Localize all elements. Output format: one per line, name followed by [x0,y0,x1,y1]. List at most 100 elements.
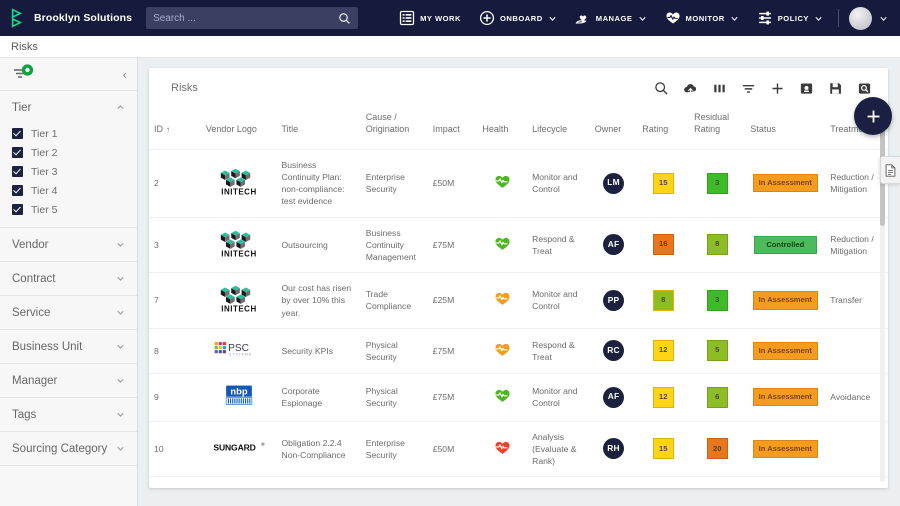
checkbox[interactable] [12,204,23,215]
checkbox[interactable] [12,128,23,139]
sidebar-section-header[interactable]: Business Unit [12,330,125,363]
cell-title[interactable]: Business Continuity Plan: non-compliance… [276,148,361,218]
cell-title[interactable]: Outsourcing [276,216,361,273]
sidebar-section-header[interactable]: Manager [12,364,125,397]
sidebar-option-tier-4[interactable]: Tier 4 [12,181,125,200]
sidebar-section-header[interactable]: Sourcing Category [12,432,125,465]
cell-owner[interactable]: AF [589,476,638,488]
sidebar-option-tier-5[interactable]: Tier 5 [12,200,125,219]
table-row[interactable]: 3 INITECH Outsourcing Business Continuit… [149,216,888,273]
nav-item-onboard[interactable]: ONBOARD [470,0,566,36]
checkbox[interactable] [12,166,23,177]
col-residual-rating[interactable]: Residual Rating [689,108,745,149]
document-icon [885,163,896,177]
sidebar-section-header[interactable]: Tier [12,91,125,124]
cell-title[interactable]: Security KPIs [276,327,361,374]
chevron-up-icon[interactable] [116,99,125,117]
sidebar-section-tier: Tier Tier 1 Tier 2 Tier 3 Tier 4 Tier 5 [0,91,137,228]
sort-asc-icon[interactable]: ↑ [166,125,170,136]
table-row[interactable]: 7 INITECH Our cost has risen by over 10%… [149,272,888,329]
sidebar-option-tier-1[interactable]: Tier 1 [12,124,125,143]
col-status[interactable]: Status [745,108,825,149]
plus-icon[interactable] [770,81,785,96]
export-icon[interactable] [799,81,814,96]
search-icon[interactable] [654,81,669,96]
table-row[interactable]: 2 INITECH Business Continuity Plan: non-… [149,148,888,218]
user-avatar[interactable] [849,6,872,30]
col-rating[interactable]: Rating [637,108,689,149]
col-cause[interactable]: Cause / Origination [361,108,428,149]
user-menu-chevron-down-icon[interactable] [879,14,888,23]
sidebar-collapse-chevron-left-icon[interactable]: ‹ [123,68,127,81]
columns-icon[interactable] [712,81,727,96]
save-icon[interactable] [828,81,843,96]
sidebar-option-tier-2[interactable]: Tier 2 [12,143,125,162]
filter-icon[interactable] [741,81,756,96]
search-input[interactable] [153,12,339,24]
residual-rating-badge: 6 [706,386,728,408]
col-vendor-logo[interactable]: Vendor Logo [201,108,277,149]
chevron-down-icon[interactable] [730,14,739,23]
sidebar-section-header[interactable]: Vendor [12,228,125,261]
chevron-down-icon[interactable] [116,406,125,424]
sidebar-section-header[interactable]: Contract [12,262,125,295]
cell-status: In Assessment [745,272,826,329]
sidebar-section-manager: Manager [0,364,137,398]
sidebar-option-label: Tier 5 [31,203,58,216]
table-row[interactable]: 8 PSC SYSTEMS Security KPIs Physical Sec… [149,327,888,374]
col-title[interactable]: Title [276,108,360,149]
chevron-down-icon[interactable] [638,14,647,23]
sidebar-section-header[interactable]: Tags [12,398,125,431]
owner-avatar: RH [603,438,625,460]
chevron-down-icon[interactable] [116,338,125,356]
chevron-down-icon[interactable] [116,440,125,458]
cell-owner[interactable]: LM [589,148,638,218]
chevron-down-icon[interactable] [548,14,557,23]
risks-table-scroll[interactable]: ID ↑ Vendor Logo Title Cause / Originatio… [149,108,888,488]
sidebar-option-tier-3[interactable]: Tier 3 [12,162,125,181]
cell-title[interactable]: Our cost has risen by over 10% this year… [276,272,361,329]
documents-side-tab[interactable] [880,156,900,184]
cell-owner[interactable]: RH [589,420,638,477]
nav-item-manage[interactable]: MANAGE [566,0,656,36]
cell-owner[interactable]: AF [589,216,638,273]
chevron-down-icon[interactable] [814,14,823,23]
col-impact[interactable]: Impact [428,108,478,149]
nav-label: ONBOARD [500,13,543,23]
residual-rating-badge: 8 [706,234,728,256]
chevron-down-icon[interactable] [116,372,125,390]
col-lifecycle[interactable]: Lifecycle [527,108,590,149]
breadcrumb-item-risks[interactable]: Risks [11,41,38,53]
brand-logo[interactable]: Brooklyn Solutions [10,8,132,28]
filter-icon[interactable] [12,64,36,84]
cell-title[interactable]: Corporate Espionage [276,372,361,422]
search-box-icon[interactable] [857,81,872,96]
owner-avatar: AF [603,234,625,256]
table-row[interactable]: 11 TEMENOS The Banking Software Company … [149,476,888,488]
cell-owner[interactable]: RC [589,327,638,374]
search-icon[interactable] [338,12,351,25]
col-health[interactable]: Health [477,108,527,149]
chevron-down-icon[interactable] [116,236,125,254]
cell-title[interactable]: Obligation 2.2.4 Non-Compliance [276,420,361,477]
checkbox[interactable] [12,147,23,158]
checkbox[interactable] [12,185,23,196]
card-header: Risks [149,68,888,108]
nav-item-monitor[interactable]: MONITOR [656,0,748,36]
col-owner[interactable]: Owner [590,108,638,149]
sidebar-section-header[interactable]: Service [12,296,125,329]
cell-owner[interactable]: PP [589,272,638,329]
cell-title[interactable]: Non-GDPR Compliance [276,476,361,488]
cell-treatment: Reduction / Mitigation [825,216,888,273]
nav-item-my-work[interactable]: MY WORK [390,0,470,36]
chevron-down-icon[interactable] [116,270,125,288]
cloud-upload-icon[interactable] [683,81,698,96]
add-risk-fab-button[interactable] [854,97,892,135]
nav-item-policy[interactable]: POLICY [748,0,832,36]
col-id[interactable]: ID ↑ [149,108,201,149]
global-search[interactable] [146,7,359,29]
cell-owner[interactable]: AF [589,372,638,422]
table-row[interactable]: 10 SUNGARD ® Obligation 2.2.4 Non-Compli… [149,420,888,477]
table-row[interactable]: 9 nbp Corporate Espionage Physical Secur… [149,372,888,422]
chevron-down-icon[interactable] [116,304,125,322]
